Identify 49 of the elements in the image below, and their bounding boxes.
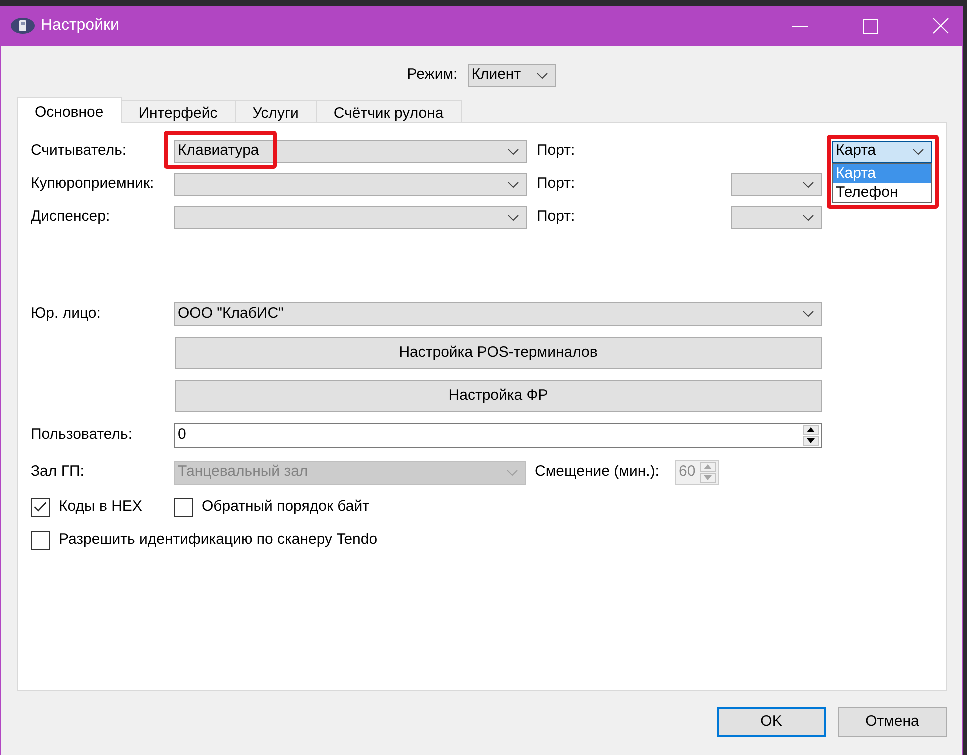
check-icon (34, 502, 47, 512)
user-spinbox[interactable]: 0 (174, 423, 822, 448)
app-icon (11, 18, 35, 34)
field-label: Зал ГП: (31, 463, 84, 480)
chevron-down-icon (803, 214, 814, 220)
tab[interactable]: Интерфейс (120, 100, 236, 123)
port-dropdown[interactable] (731, 173, 822, 196)
legal-entity-dropdown[interactable]: ООО "КлабИС" (174, 302, 822, 326)
checkbox-label: Обратный порядок байт (202, 496, 370, 517)
field-label: Считыватель: (31, 142, 127, 160)
checkbox-label: Разрешить идентификацию по сканеру Tendo (59, 530, 378, 550)
dialog-button[interactable]: Отмена (838, 707, 947, 737)
checkbox[interactable] (31, 530, 50, 550)
port-label: Порт: (537, 175, 576, 192)
tab[interactable]: Услуги (234, 100, 317, 123)
chevron-down-icon (803, 182, 814, 188)
tab[interactable]: Счётчик рулона (316, 100, 462, 123)
chevron-down-icon (913, 148, 924, 154)
dropdown-option[interactable]: Телефон (833, 182, 931, 202)
field-label: Смещение (мин.): (535, 463, 660, 480)
port-label: Порт: (537, 208, 576, 226)
chevron-down-icon (508, 214, 519, 220)
field-label: Юр. лицо: (31, 304, 101, 322)
port-dropdown[interactable]: Карта (832, 140, 932, 162)
mode-dropdown[interactable]: Клиент (468, 64, 556, 87)
device-dropdown[interactable]: Клавиатура (174, 140, 527, 163)
close-icon (933, 18, 949, 34)
dialog-button[interactable]: OK (717, 707, 826, 737)
chevron-down-icon (507, 470, 518, 476)
field-label: Пользователь: (31, 426, 133, 444)
maximize-icon (863, 18, 878, 34)
setup-button[interactable]: Настройка ФР (175, 380, 822, 412)
chevron-down-icon (508, 182, 519, 188)
device-dropdown[interactable] (174, 206, 527, 229)
port-label: Порт: (537, 142, 576, 160)
mode-label: Режим: (407, 65, 458, 86)
setup-button[interactable]: Настройка POS-терминалов (175, 337, 822, 369)
window-title: Настройки (41, 16, 120, 36)
field-label: Купюроприемник: (31, 175, 154, 192)
tab[interactable]: Основное (17, 97, 122, 123)
port-dropdown[interactable] (731, 206, 822, 229)
field-label: Диспенсер: (31, 208, 110, 226)
chevron-down-icon (508, 148, 519, 154)
checkbox[interactable] (31, 498, 50, 516)
checkbox[interactable] (174, 498, 193, 516)
chevron-down-icon (803, 311, 814, 317)
device-dropdown[interactable] (174, 173, 527, 196)
checkbox-label: Коды в HEX (59, 496, 142, 517)
chevron-down-icon (536, 72, 548, 78)
